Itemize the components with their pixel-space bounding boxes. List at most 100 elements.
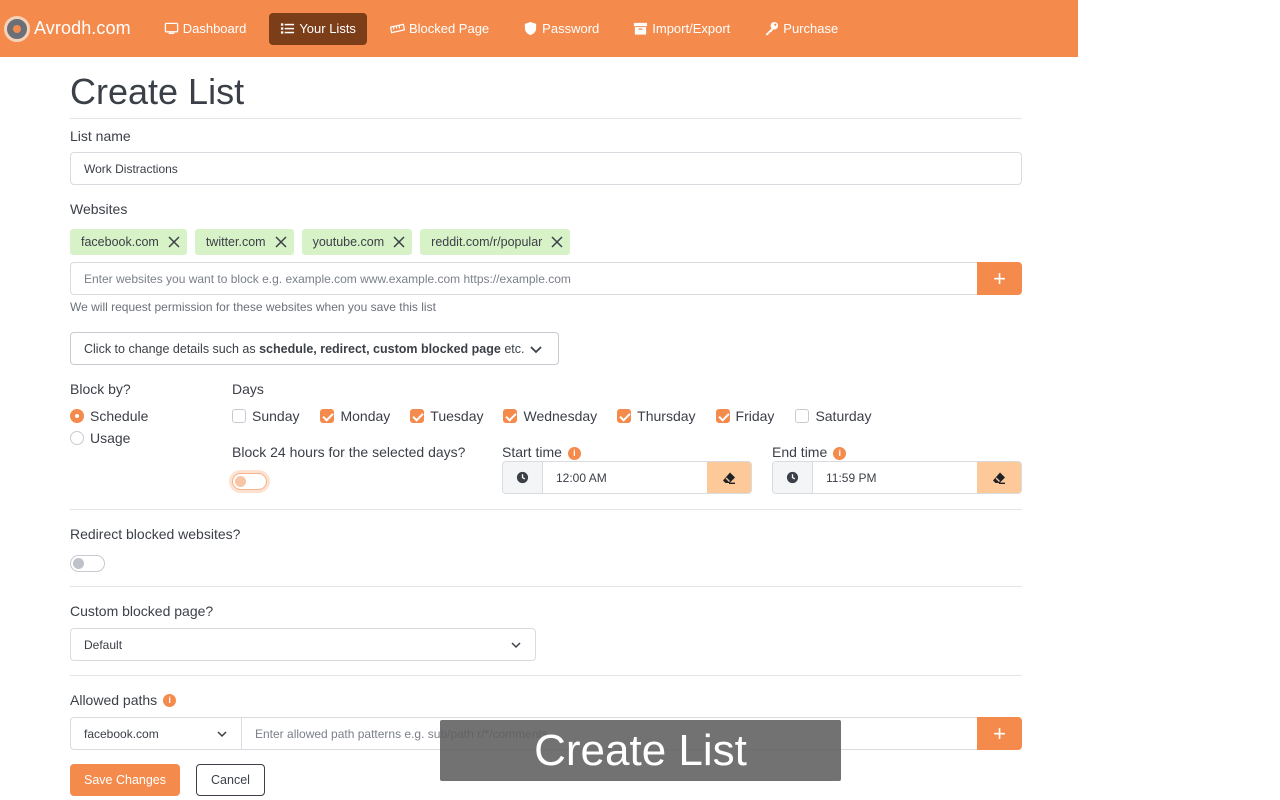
info-icon[interactable]: i xyxy=(567,446,581,460)
add-allowed-path-button[interactable]: + xyxy=(977,717,1022,750)
option-label: Usage xyxy=(90,430,131,446)
website-input-placeholder: Enter websites you want to block e.g. ex… xyxy=(84,271,571,286)
websites-help-text: We will request permission for these web… xyxy=(70,300,436,314)
info-icon[interactable]: i xyxy=(163,693,177,707)
start-time-label-wrap: Start time i xyxy=(502,444,581,460)
chevron-down-icon xyxy=(216,728,228,740)
details-toggle-suffix: etc. xyxy=(500,341,525,356)
custom-page-label: Custom blocked page? xyxy=(70,603,214,619)
nav-item-dashboard[interactable]: Dashboard xyxy=(153,13,258,45)
day-label: Saturday xyxy=(815,408,872,424)
details-toggle-bold: schedule, redirect, custom blocked page xyxy=(259,341,501,356)
day-checkbox[interactable] xyxy=(795,409,810,423)
clock-icon xyxy=(503,462,543,493)
start-time-input[interactable]: 12:00 AM xyxy=(543,462,707,493)
day-thursday[interactable]: Thursday xyxy=(617,408,696,424)
website-input-group: Enter websites you want to block e.g. ex… xyxy=(70,262,1022,295)
start-time-value: 12:00 AM xyxy=(556,470,607,485)
details-toggle-button[interactable]: Click to change details such as schedule… xyxy=(70,332,559,365)
allowed-paths-label-wrap: Allowed paths i xyxy=(70,692,1022,708)
block-24-label: Block 24 hours for the selected days? xyxy=(232,444,466,460)
day-checkbox[interactable] xyxy=(320,409,335,423)
custom-page-select[interactable]: Default xyxy=(70,628,536,661)
nav-item-your-lists[interactable]: Your Lists xyxy=(269,12,367,45)
divider xyxy=(70,675,1022,676)
list-name-input[interactable]: Work Distractions xyxy=(70,152,1022,185)
redirect-switch[interactable] xyxy=(70,555,105,572)
block-by-label: Block by? xyxy=(70,381,131,397)
nav-item-blocked-page[interactable]: Blocked Page xyxy=(379,13,500,45)
day-sunday[interactable]: Sunday xyxy=(232,408,299,424)
brand-logo-icon xyxy=(4,15,30,42)
day-label: Tuesday xyxy=(430,408,484,424)
toast-overlay: Create List xyxy=(440,720,841,781)
day-checkbox[interactable] xyxy=(232,409,246,423)
key-icon xyxy=(764,21,779,36)
day-label: Sunday xyxy=(252,408,300,424)
archive-icon xyxy=(633,21,648,36)
start-time-input-group: 12:00 AM xyxy=(502,461,752,494)
day-label: Friday xyxy=(735,408,775,424)
save-changes-button[interactable]: Save Changes xyxy=(70,764,181,796)
brand[interactable]: Avrodh.com xyxy=(4,15,131,42)
day-tuesday[interactable]: Tuesday xyxy=(410,408,483,424)
day-label: Thursday xyxy=(637,408,696,424)
allowed-paths-site-select[interactable]: facebook.com xyxy=(70,717,242,750)
list-icon xyxy=(280,21,295,36)
day-saturday[interactable]: Saturday xyxy=(795,408,871,424)
list-name-value: Work Distractions xyxy=(84,161,178,176)
divider xyxy=(70,586,1022,587)
website-tag: facebook.com xyxy=(70,229,187,255)
nav-item-password[interactable]: Password xyxy=(512,13,610,45)
day-checkbox[interactable] xyxy=(503,409,518,423)
add-website-button[interactable]: + xyxy=(977,262,1022,295)
days-options: Sunday Monday Tuesday Wednesday Thursday… xyxy=(232,408,871,424)
chevron-down-icon xyxy=(529,342,543,356)
end-time-clear-button[interactable] xyxy=(977,462,1021,493)
custom-page-value: Default xyxy=(84,637,123,652)
website-tag: youtube.com xyxy=(301,229,413,255)
nav-item-import-export[interactable]: Import/Export xyxy=(622,13,741,45)
ruler-icon xyxy=(389,21,405,36)
website-tag-label: reddit.com/r/popular xyxy=(431,235,543,249)
start-time-clear-button[interactable] xyxy=(707,462,751,493)
close-icon[interactable] xyxy=(550,235,564,249)
day-monday[interactable]: Monday xyxy=(320,408,390,424)
website-tag: reddit.com/r/popular xyxy=(420,229,571,255)
schedule-radio[interactable] xyxy=(70,409,84,423)
block-by-schedule-option[interactable]: Schedule xyxy=(70,408,148,424)
website-input[interactable]: Enter websites you want to block e.g. ex… xyxy=(70,262,977,295)
day-friday[interactable]: Friday xyxy=(715,408,775,424)
end-time-input-group: 11:59 PM xyxy=(772,461,1022,494)
start-time-label: Start time xyxy=(502,444,562,460)
close-icon[interactable] xyxy=(274,235,288,249)
day-checkbox[interactable] xyxy=(410,409,425,423)
close-icon[interactable] xyxy=(392,235,406,249)
websites-label: Websites xyxy=(70,201,128,217)
day-wednesday[interactable]: Wednesday xyxy=(503,408,597,424)
option-label: Schedule xyxy=(90,408,149,424)
allowed-paths-label: Allowed paths xyxy=(70,692,158,708)
schedule-section: Block by? Schedule Usage Days Sunday Mon… xyxy=(70,379,1022,529)
usage-radio[interactable] xyxy=(70,431,84,445)
page-title: Create List xyxy=(70,71,245,112)
day-checkbox[interactable] xyxy=(617,409,632,423)
day-label: Wednesday xyxy=(523,408,598,424)
list-name-label: List name xyxy=(70,128,131,144)
block-24-switch[interactable] xyxy=(232,473,267,490)
chevron-down-icon xyxy=(510,639,522,651)
block-by-usage-option[interactable]: Usage xyxy=(70,430,130,446)
shield-icon xyxy=(523,21,538,36)
cancel-button[interactable]: Cancel xyxy=(196,764,265,796)
main-content: Create List List name Work Distractions … xyxy=(70,57,1022,796)
monitor-icon xyxy=(164,21,179,36)
plus-icon: + xyxy=(993,720,1006,746)
close-icon[interactable] xyxy=(167,235,181,249)
end-time-input[interactable]: 11:59 PM xyxy=(813,462,977,493)
website-tag-label: facebook.com xyxy=(81,235,159,249)
nav-item-purchase[interactable]: Purchase xyxy=(753,13,849,45)
info-icon[interactable]: i xyxy=(833,446,847,460)
day-checkbox[interactable] xyxy=(715,409,730,423)
end-time-label: End time xyxy=(772,444,828,460)
eraser-icon xyxy=(722,471,736,485)
